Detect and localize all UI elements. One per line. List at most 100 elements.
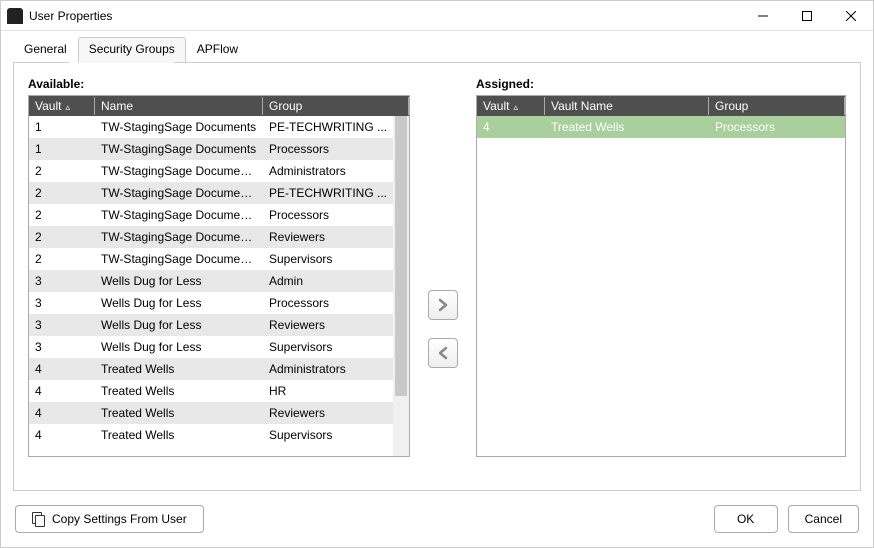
header-vault[interactable]: Vault <box>29 97 95 115</box>
assigned-header: Vault Vault Name Group <box>477 96 845 116</box>
table-row[interactable]: 3Wells Dug for LessSupervisors <box>29 336 393 358</box>
maximize-button[interactable] <box>785 1 829 31</box>
transfer-buttons <box>428 177 458 480</box>
cell-name: Treated Wells <box>95 426 263 444</box>
cell-group: Admin <box>263 272 393 290</box>
window-title: User Properties <box>29 9 112 23</box>
cell-group: Processors <box>709 118 845 136</box>
copy-icon <box>32 512 46 526</box>
app-icon <box>7 8 23 24</box>
cell-group: Supervisors <box>263 426 393 444</box>
available-scrollbar[interactable] <box>393 116 409 456</box>
cancel-button[interactable]: Cancel <box>788 505 859 533</box>
cell-vault: 3 <box>29 338 95 356</box>
cell-vault: 2 <box>29 184 95 202</box>
cell-group: Reviewers <box>263 228 393 246</box>
cell-vault: 3 <box>29 294 95 312</box>
cell-vault: 4 <box>477 118 545 136</box>
scrollbar-thumb[interactable] <box>395 116 407 396</box>
tab-security-groups[interactable]: Security Groups <box>78 37 186 62</box>
table-row[interactable]: 2TW-StagingSage Documents TestPE-TECHWRI… <box>29 182 393 204</box>
cell-group: PE-TECHWRITING ... <box>263 118 393 136</box>
cell-vault: 2 <box>29 206 95 224</box>
cell-name: Treated Wells <box>95 404 263 422</box>
move-left-button[interactable] <box>428 338 458 368</box>
cell-vault: 2 <box>29 250 95 268</box>
cell-name: Wells Dug for Less <box>95 338 263 356</box>
table-row[interactable]: 3Wells Dug for LessProcessors <box>29 292 393 314</box>
cell-name: Treated Wells <box>95 360 263 378</box>
close-button[interactable] <box>829 1 873 31</box>
cell-group: Processors <box>263 140 393 158</box>
table-row[interactable]: 2TW-StagingSage Documents TestAdministra… <box>29 160 393 182</box>
available-header: Vault Name Group <box>29 96 409 116</box>
table-row[interactable]: 1TW-StagingSage DocumentsProcessors <box>29 138 393 160</box>
table-row[interactable]: 3Wells Dug for LessAdmin <box>29 270 393 292</box>
table-row[interactable]: 2TW-StagingSage Documents TestProcessors <box>29 204 393 226</box>
cell-vault: 4 <box>29 360 95 378</box>
cell-group: Reviewers <box>263 316 393 334</box>
cell-name: TW-StagingSage Documents <box>95 118 263 136</box>
cell-name: TW-StagingSage Documents Test <box>95 206 263 224</box>
cell-vault: 1 <box>29 140 95 158</box>
cell-name: TW-StagingSage Documents Test <box>95 184 263 202</box>
header-group[interactable]: Group <box>263 97 409 115</box>
available-label: Available: <box>28 77 410 91</box>
header-assigned-group[interactable]: Group <box>709 97 845 115</box>
assigned-label: Assigned: <box>476 77 846 91</box>
table-row[interactable]: 4Treated WellsSupervisors <box>29 424 393 446</box>
table-row[interactable]: 1TW-StagingSage DocumentsPE-TECHWRITING … <box>29 116 393 138</box>
footer: Copy Settings From User OK Cancel <box>1 491 873 547</box>
table-row[interactable]: 4Treated WellsAdministrators <box>29 358 393 380</box>
cell-vault: 1 <box>29 118 95 136</box>
cell-vault: 2 <box>29 162 95 180</box>
cell-vault: 4 <box>29 426 95 444</box>
cell-group: HR <box>263 382 393 400</box>
tab-general[interactable]: General <box>13 37 78 62</box>
table-row[interactable]: 2TW-StagingSage Documents TestReviewers <box>29 226 393 248</box>
cell-name: TW-StagingSage Documents Test <box>95 162 263 180</box>
cell-group: PE-TECHWRITING ... <box>263 184 393 202</box>
copy-settings-label: Copy Settings From User <box>52 512 187 526</box>
cell-name: TW-StagingSage Documents Test <box>95 228 263 246</box>
cell-vault: 4 <box>29 382 95 400</box>
assigned-grid[interactable]: Vault Vault Name Group 4Treated WellsPro… <box>476 95 846 457</box>
cell-group: Administrators <box>263 162 393 180</box>
cell-name: Wells Dug for Less <box>95 294 263 312</box>
move-right-button[interactable] <box>428 290 458 320</box>
cell-name: TW-StagingSage Documents Test <box>95 250 263 268</box>
cell-name: TW-StagingSage Documents <box>95 140 263 158</box>
cell-name: Wells Dug for Less <box>95 316 263 334</box>
available-grid[interactable]: Vault Name Group 1TW-StagingSage Documen… <box>28 95 410 457</box>
ok-button[interactable]: OK <box>714 505 778 533</box>
cell-group: Supervisors <box>263 250 393 268</box>
cell-vault-name: Treated Wells <box>545 118 709 136</box>
header-assigned-vault[interactable]: Vault <box>477 97 545 115</box>
cell-group: Supervisors <box>263 338 393 356</box>
table-row[interactable]: 3Wells Dug for LessReviewers <box>29 314 393 336</box>
titlebar: User Properties <box>1 1 873 31</box>
cell-group: Administrators <box>263 360 393 378</box>
cell-group: Processors <box>263 206 393 224</box>
cell-name: Wells Dug for Less <box>95 272 263 290</box>
available-panel: Available: Vault Name Group 1TW-StagingS… <box>28 77 410 480</box>
table-row[interactable]: 4Treated WellsHR <box>29 380 393 402</box>
table-row[interactable]: 4Treated WellsReviewers <box>29 402 393 424</box>
cell-vault: 3 <box>29 316 95 334</box>
cell-group: Reviewers <box>263 404 393 422</box>
header-assigned-vault-name[interactable]: Vault Name <box>545 97 709 115</box>
minimize-button[interactable] <box>741 1 785 31</box>
cell-vault: 4 <box>29 404 95 422</box>
tabs: General Security Groups APFlow <box>1 31 873 62</box>
cell-group: Processors <box>263 294 393 312</box>
header-name[interactable]: Name <box>95 97 263 115</box>
assigned-panel: Assigned: Vault Vault Name Group 4Treate… <box>476 77 846 480</box>
table-row[interactable]: 4Treated WellsProcessors <box>477 116 845 138</box>
copy-settings-button[interactable]: Copy Settings From User <box>15 505 204 533</box>
cell-name: Treated Wells <box>95 382 263 400</box>
tab-panel: Available: Vault Name Group 1TW-StagingS… <box>13 62 861 491</box>
tab-apflow[interactable]: APFlow <box>186 37 249 62</box>
cell-vault: 2 <box>29 228 95 246</box>
cell-vault: 3 <box>29 272 95 290</box>
table-row[interactable]: 2TW-StagingSage Documents TestSupervisor… <box>29 248 393 270</box>
